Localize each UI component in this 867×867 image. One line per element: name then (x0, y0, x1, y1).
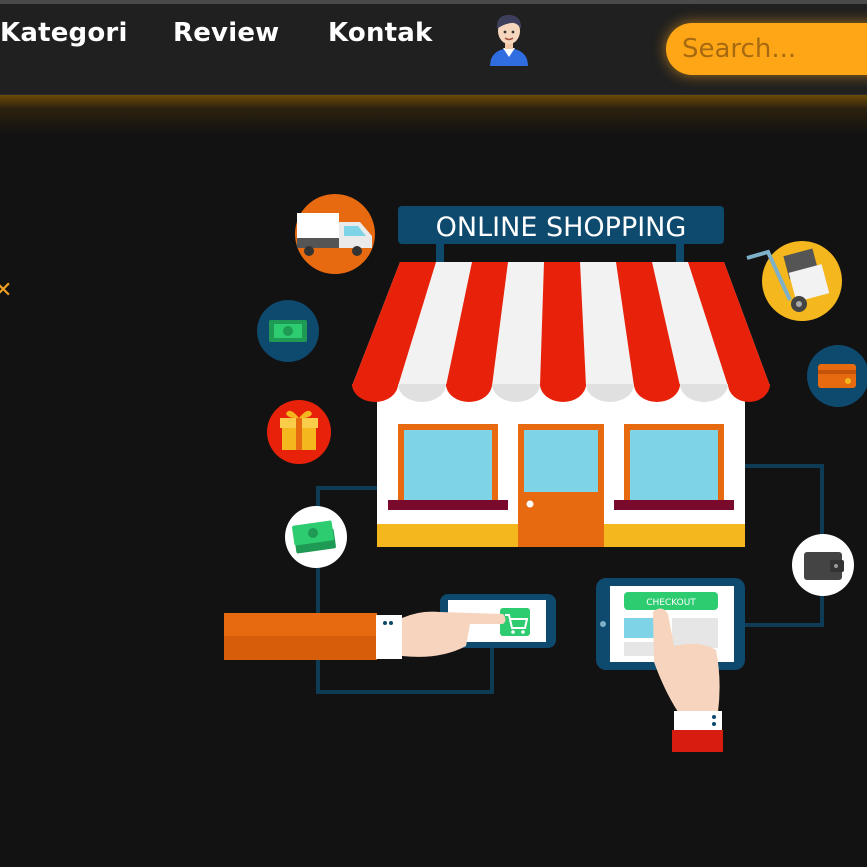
delivery-truck-icon (295, 194, 375, 274)
online-shopping-illustration: ONLINE SHOPPING CHECKOUT (224, 194, 867, 752)
credit-card-icon (807, 345, 867, 407)
cash-icon (257, 300, 319, 362)
store-awning (352, 262, 770, 402)
checkout-button-label: CHECKOUT (646, 598, 696, 608)
store-building (377, 380, 745, 547)
store-sign-text: ONLINE SHOPPING (436, 212, 687, 243)
money-icon (285, 506, 347, 568)
gift-icon (267, 400, 331, 464)
wallet-icon (792, 534, 854, 596)
hand-with-phone (224, 594, 556, 660)
hand-truck-icon (746, 241, 842, 321)
